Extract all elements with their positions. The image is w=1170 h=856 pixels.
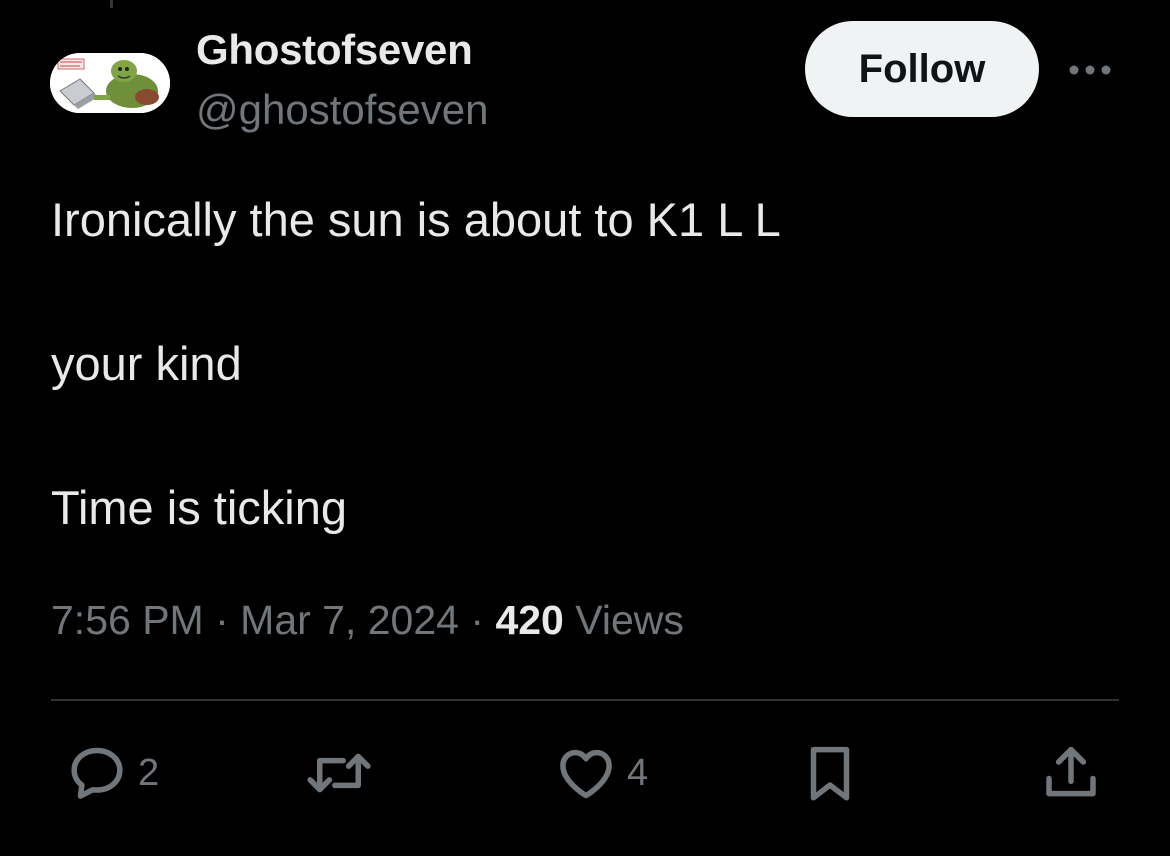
tweet-text-line: Time is ticking — [51, 481, 347, 534]
views-label: Views — [575, 597, 684, 643]
meta-separator: · — [470, 597, 485, 643]
troll-at-laptop-icon — [50, 53, 170, 113]
tweet-text-line: Ironically the sun is about to K1 L L — [51, 193, 781, 246]
share-icon — [1046, 746, 1096, 797]
heart-icon — [560, 749, 612, 799]
avatar[interactable] — [50, 53, 170, 113]
author-display-name[interactable]: Ghostofseven — [196, 26, 473, 74]
tweet-date[interactable]: Mar 7, 2024 — [240, 597, 459, 643]
follow-button[interactable]: Follow — [805, 21, 1039, 117]
retweet-button[interactable] — [303, 738, 383, 808]
reply-button[interactable]: 2 — [64, 738, 159, 808]
views-count[interactable]: 420 — [495, 597, 563, 643]
tweet-meta: 7:56 PM · Mar 7, 2024 · 420 Views — [51, 597, 684, 644]
more-dots-icon — [1069, 65, 1111, 75]
reply-icon — [71, 747, 123, 799]
bookmark-icon — [810, 746, 850, 801]
like-button[interactable]: 4 — [553, 738, 648, 808]
tweet-text-line: your kind — [51, 337, 242, 390]
divider — [51, 699, 1119, 701]
like-count: 4 — [627, 751, 649, 794]
bookmark-button[interactable] — [797, 738, 863, 808]
retweet-icon — [307, 753, 371, 793]
thread-connector-line — [110, 0, 113, 8]
tweet-time[interactable]: 7:56 PM — [51, 597, 204, 643]
meta-separator: · — [215, 597, 229, 643]
more-options-button[interactable] — [1064, 55, 1116, 85]
reply-count: 2 — [138, 751, 160, 794]
share-button[interactable] — [1038, 738, 1104, 808]
author-handle[interactable]: @ghostofseven — [196, 86, 488, 134]
